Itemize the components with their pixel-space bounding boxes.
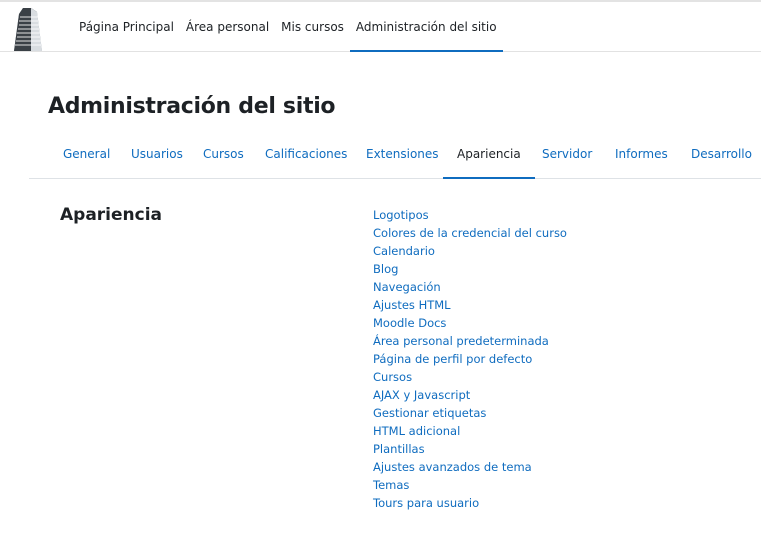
link-tours-usuario[interactable]: Tours para usuario [373,496,479,510]
list-item: Gestionar etiquetas [373,403,567,421]
tab-usuarios[interactable]: Usuarios [131,135,183,179]
list-item: Página de perfil por defecto [373,349,567,367]
list-item: Temas [373,475,567,493]
list-item: HTML adicional [373,421,567,439]
tab-apariencia[interactable]: Apariencia [443,135,535,179]
tab-calificaciones[interactable]: Calificaciones [265,135,347,179]
list-item: Área personal predeterminada [373,331,567,349]
link-html-adicional[interactable]: HTML adicional [373,424,460,438]
link-plantillas[interactable]: Plantillas [373,442,425,456]
list-item: AJAX y Javascript [373,385,567,403]
link-ajustes-html[interactable]: Ajustes HTML [373,298,451,312]
link-pagina-perfil-defecto[interactable]: Página de perfil por defecto [373,352,532,366]
link-area-personal-predeterminada[interactable]: Área personal predeterminada [373,334,549,348]
tab-servidor[interactable]: Servidor [542,135,592,179]
appearance-settings-list: Logotipos Colores de la credencial del c… [373,205,567,511]
site-logo-icon[interactable] [10,5,46,51]
list-item: Ajustes HTML [373,295,567,313]
link-gestionar-etiquetas[interactable]: Gestionar etiquetas [373,406,486,420]
link-cursos[interactable]: Cursos [373,370,412,384]
top-navbar: Página Principal Área personal Mis curso… [0,2,761,52]
list-item: Cursos [373,367,567,385]
list-item: Ajustes avanzados de tema [373,457,567,475]
section-heading: Apariencia [60,205,163,225]
nav-home[interactable]: Página Principal [73,2,180,52]
nav-dashboard[interactable]: Área personal [180,2,275,52]
list-item: Navegación [373,277,567,295]
link-colores-credencial[interactable]: Colores de la credencial del curso [373,226,567,240]
link-blog[interactable]: Blog [373,262,398,276]
link-navegacion[interactable]: Navegación [373,280,441,294]
admin-tabs: General Usuarios Cursos Calificaciones E… [29,135,761,179]
link-calendario[interactable]: Calendario [373,244,435,258]
nav-site-administration[interactable]: Administración del sitio [349,2,503,52]
tab-informes[interactable]: Informes [615,135,668,179]
nav-my-courses[interactable]: Mis cursos [275,2,350,52]
page-title: Administración del sitio [48,94,336,119]
link-temas[interactable]: Temas [373,478,409,492]
list-item: Colores de la credencial del curso [373,223,567,241]
list-item: Logotipos [373,205,567,223]
link-ajustes-avanzados-tema[interactable]: Ajustes avanzados de tema [373,460,532,474]
list-item: Blog [373,259,567,277]
link-logotipos[interactable]: Logotipos [373,208,429,222]
tab-general[interactable]: General [63,135,110,179]
tab-extensiones[interactable]: Extensiones [366,135,439,179]
list-item: Moodle Docs [373,313,567,331]
list-item: Plantillas [373,439,567,457]
list-item: Tours para usuario [373,493,567,511]
tab-desarrollo[interactable]: Desarrollo [691,135,752,179]
tab-cursos[interactable]: Cursos [203,135,244,179]
link-ajax-javascript[interactable]: AJAX y Javascript [373,388,470,402]
primary-navigation: Página Principal Área personal Mis curso… [73,2,503,52]
list-item: Calendario [373,241,567,259]
link-moodle-docs[interactable]: Moodle Docs [373,316,446,330]
